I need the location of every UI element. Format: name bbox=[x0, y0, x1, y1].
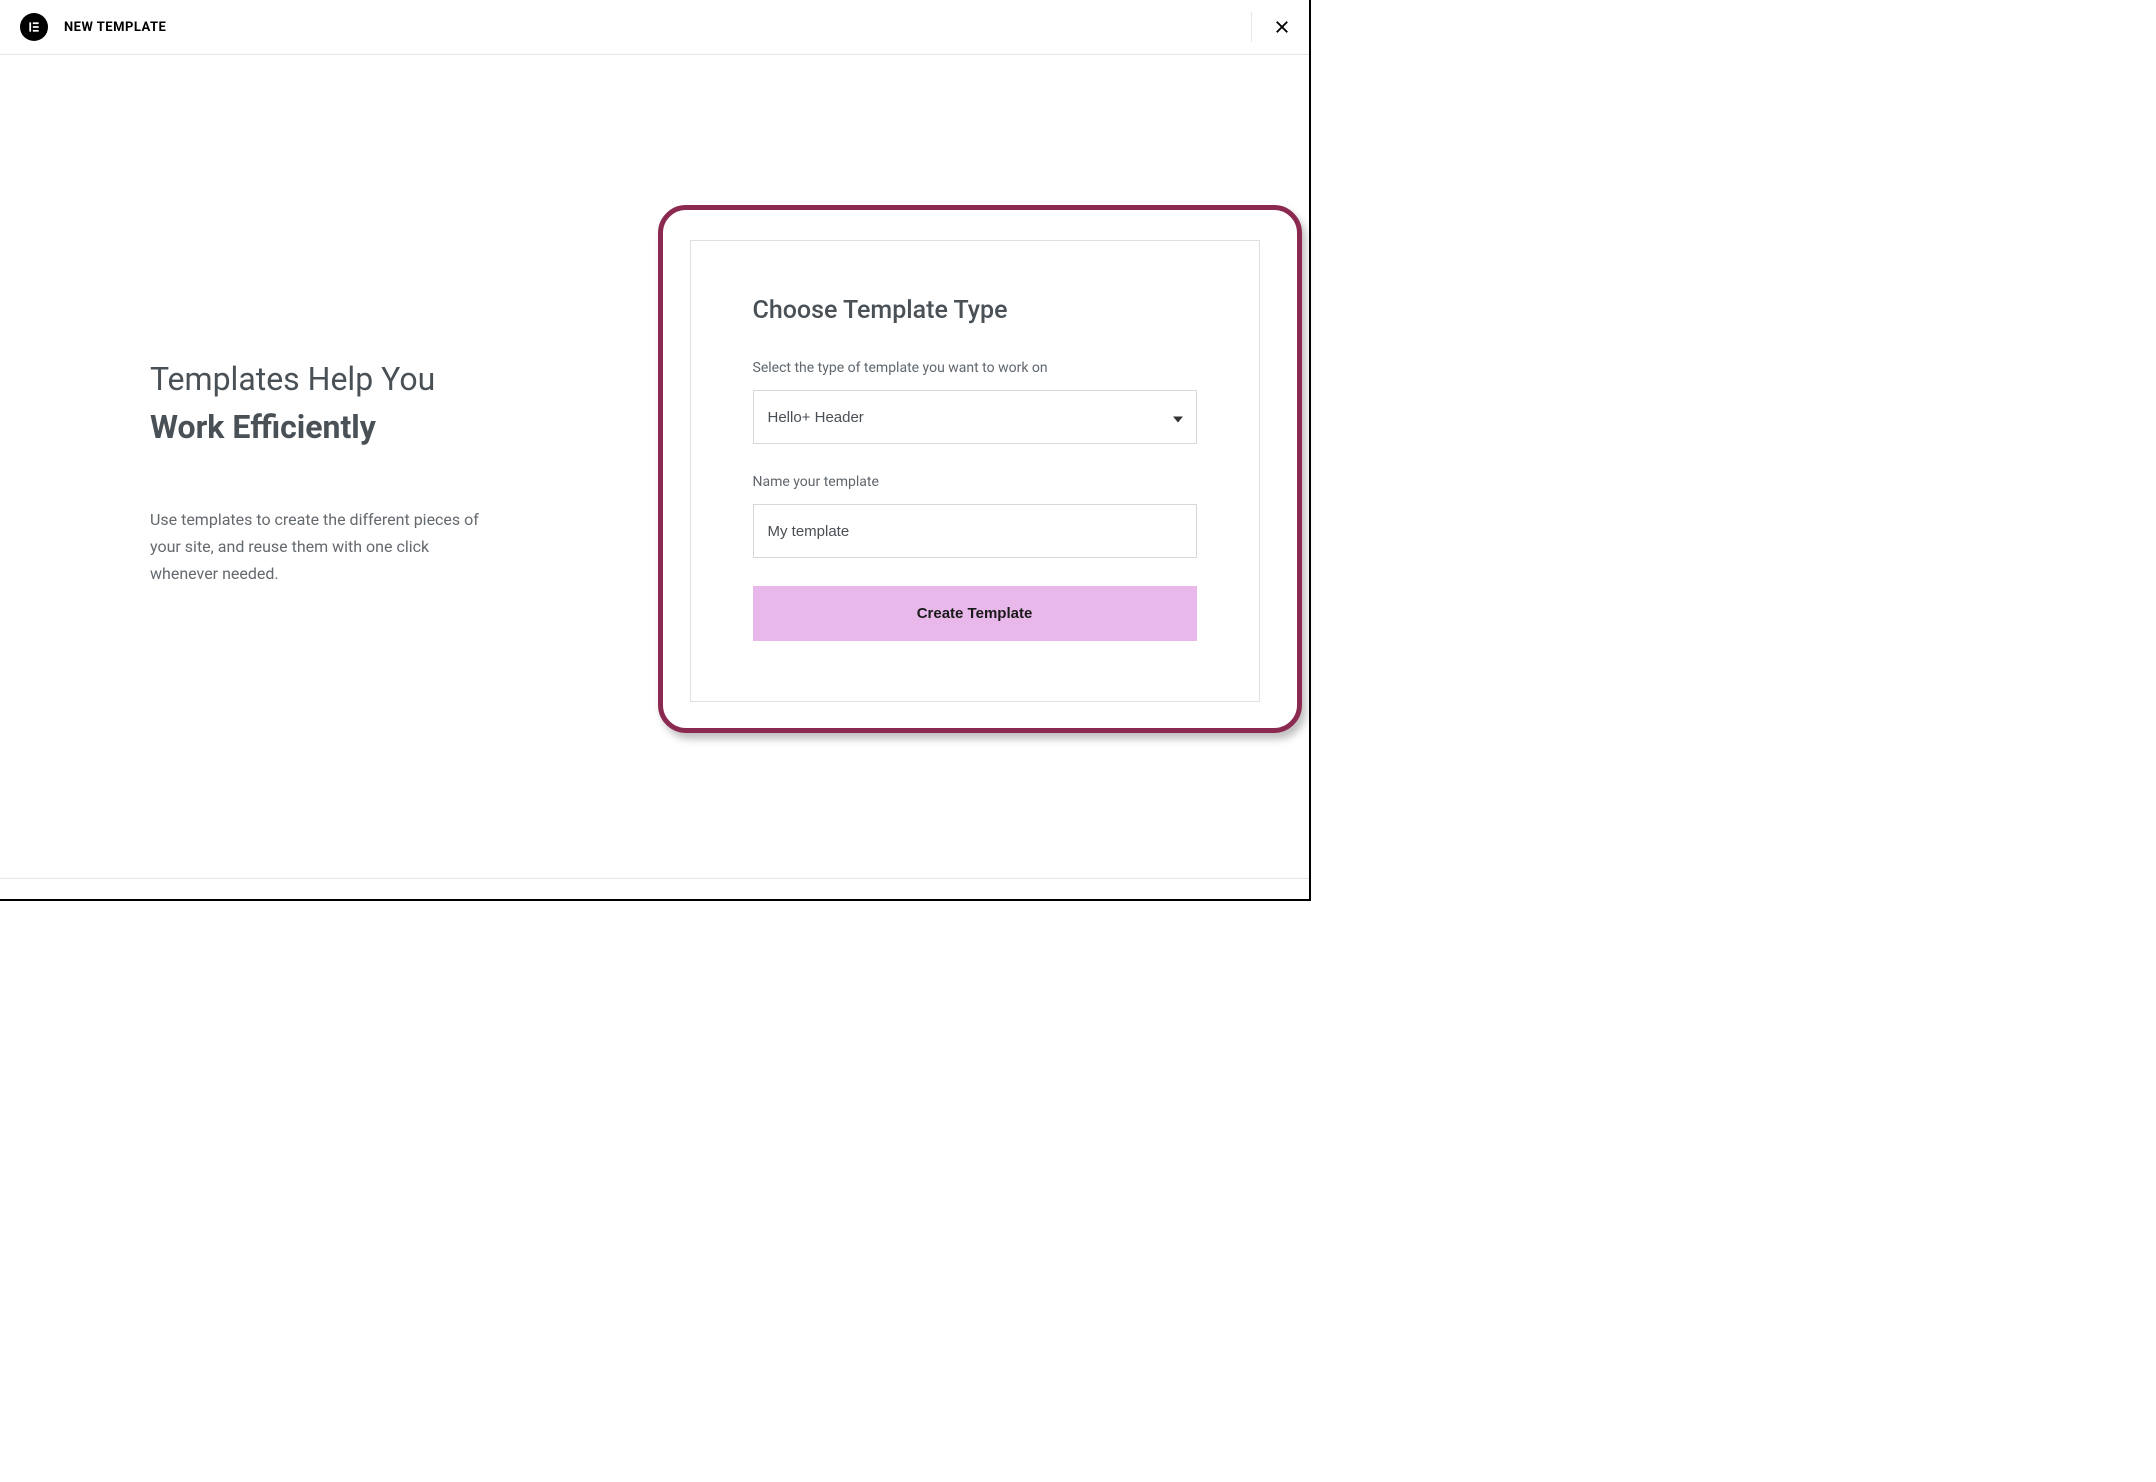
template-name-input-wrap bbox=[753, 504, 1197, 558]
modal-header: NEW TEMPLATE bbox=[0, 0, 1309, 55]
template-type-label: Select the type of template you want to … bbox=[753, 360, 1197, 376]
template-type-select-wrap bbox=[753, 390, 1197, 444]
modal-title: NEW TEMPLATE bbox=[64, 20, 166, 35]
hero-title-line2: Work Efficiently bbox=[150, 408, 376, 446]
form-column: Choose Template Type Select the type of … bbox=[655, 55, 1310, 877]
close-icon bbox=[1273, 18, 1291, 36]
modal-content: Templates Help You Work Efficiently Use … bbox=[0, 55, 1309, 877]
hero-description: Use templates to create the different pi… bbox=[150, 506, 480, 588]
template-form-card: Choose Template Type Select the type of … bbox=[690, 240, 1260, 702]
close-button[interactable] bbox=[1251, 12, 1291, 42]
template-name-label: Name your template bbox=[753, 474, 1197, 490]
create-template-button[interactable]: Create Template bbox=[753, 586, 1197, 641]
hero-title-line1: Templates Help You bbox=[150, 360, 435, 398]
hero-column: Templates Help You Work Efficiently Use … bbox=[0, 55, 655, 877]
hero-title: Templates Help You Work Efficiently bbox=[150, 355, 595, 451]
elementor-logo-icon bbox=[20, 13, 48, 41]
form-title: Choose Template Type bbox=[753, 296, 1197, 325]
template-name-input[interactable] bbox=[753, 504, 1197, 558]
footer-divider bbox=[0, 878, 1309, 879]
template-type-select[interactable] bbox=[753, 390, 1197, 444]
